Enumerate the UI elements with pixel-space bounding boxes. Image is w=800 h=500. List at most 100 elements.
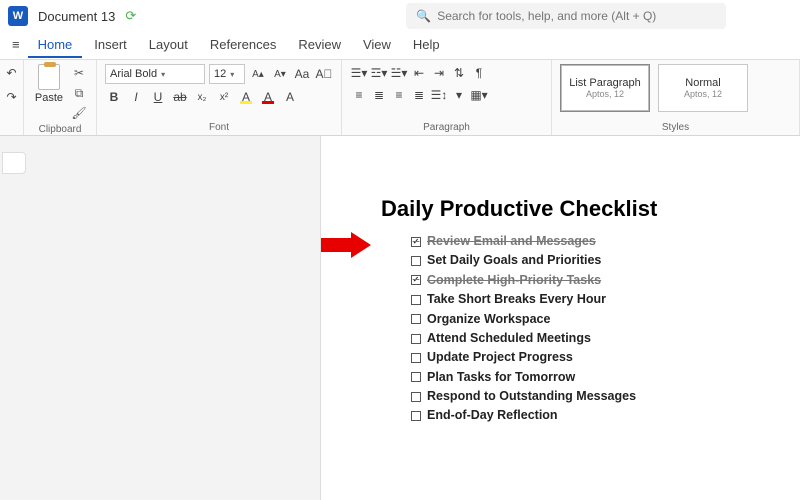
- search-input[interactable]: [437, 9, 716, 23]
- strikethrough-icon[interactable]: ab: [171, 88, 189, 106]
- style-normal[interactable]: Normal Aptos, 12: [658, 64, 748, 112]
- style-sub: Aptos, 12: [684, 89, 722, 99]
- sort-icon[interactable]: ⇅: [450, 64, 468, 82]
- checkbox-icon[interactable]: [411, 411, 421, 421]
- checklist-item[interactable]: Attend Scheduled Meetings: [381, 329, 760, 348]
- paste-button[interactable]: Paste: [32, 64, 66, 104]
- checkbox-icon[interactable]: [411, 392, 421, 402]
- checkbox-icon[interactable]: [411, 295, 421, 305]
- highlight-icon[interactable]: A: [237, 88, 255, 106]
- subscript-icon[interactable]: x₂: [193, 88, 211, 106]
- checklist-item-text[interactable]: End-of-Day Reflection: [427, 406, 558, 425]
- redo-icon[interactable]: ↷: [3, 88, 21, 106]
- chevron-down-icon: ▾: [161, 70, 165, 79]
- document-title[interactable]: Document 13: [38, 9, 115, 24]
- checklist-item-text[interactable]: Set Daily Goals and Priorities: [427, 251, 601, 270]
- checklist-item-text[interactable]: Organize Workspace: [427, 310, 550, 329]
- align-left-icon[interactable]: ≡: [350, 86, 368, 104]
- checkbox-icon[interactable]: [411, 256, 421, 266]
- menu-help[interactable]: Help: [403, 33, 450, 58]
- checklist-item[interactable]: Respond to Outstanding Messages: [381, 387, 760, 406]
- checkbox-icon[interactable]: [411, 237, 421, 247]
- menu-home[interactable]: Home: [28, 33, 83, 58]
- checklist-item[interactable]: Set Daily Goals and Priorities: [381, 251, 760, 270]
- undo-group: ↶ ↷: [0, 60, 24, 135]
- italic-icon[interactable]: I: [127, 88, 145, 106]
- style-name: Normal: [685, 77, 720, 89]
- doc-heading[interactable]: Daily Productive Checklist: [381, 196, 760, 222]
- style-name: List Paragraph: [569, 77, 641, 89]
- checkbox-icon[interactable]: [411, 353, 421, 363]
- checklist-item-text[interactable]: Review Email and Messages: [427, 232, 596, 251]
- style-list-paragraph[interactable]: List Paragraph Aptos, 12: [560, 64, 650, 112]
- style-sub: Aptos, 12: [586, 89, 624, 99]
- font-size-combo[interactable]: 12 ▾: [209, 64, 245, 84]
- save-status-icon[interactable]: ⟳: [125, 8, 136, 24]
- search-icon: 🔍: [416, 9, 431, 23]
- checklist-item-text[interactable]: Update Project Progress: [427, 348, 573, 367]
- clear-formatting-icon[interactable]: A⃠: [315, 65, 333, 83]
- cut-icon[interactable]: ✂: [70, 64, 88, 82]
- checkbox-icon[interactable]: [411, 334, 421, 344]
- checklist-item[interactable]: Review Email and Messages: [381, 232, 760, 251]
- menu-review[interactable]: Review: [288, 33, 351, 58]
- page[interactable]: Daily Productive Checklist Review Email …: [320, 136, 800, 500]
- checklist[interactable]: Review Email and MessagesSet Daily Goals…: [381, 232, 760, 426]
- menu-references[interactable]: References: [200, 33, 286, 58]
- checklist-item[interactable]: End-of-Day Reflection: [381, 406, 760, 425]
- shading-icon[interactable]: ▾: [450, 86, 468, 104]
- show-marks-icon[interactable]: ¶: [470, 64, 488, 82]
- menu-insert[interactable]: Insert: [84, 33, 137, 58]
- checklist-item-text[interactable]: Respond to Outstanding Messages: [427, 387, 636, 406]
- undo-icon[interactable]: ↶: [3, 64, 21, 82]
- search-box[interactable]: 🔍: [406, 3, 726, 29]
- align-right-icon[interactable]: ≡: [390, 86, 408, 104]
- checklist-item-text[interactable]: Complete High-Priority Tasks: [427, 271, 601, 290]
- align-center-icon[interactable]: ≣: [370, 86, 388, 104]
- font-group-label: Font: [105, 120, 333, 133]
- menu-view[interactable]: View: [353, 33, 401, 58]
- bold-icon[interactable]: B: [105, 88, 123, 106]
- checklist-item-text[interactable]: Plan Tasks for Tomorrow: [427, 368, 575, 387]
- font-family-combo[interactable]: Arial Bold ▾: [105, 64, 205, 84]
- borders-icon[interactable]: ▦▾: [470, 86, 488, 104]
- undo-group-label: [8, 131, 15, 133]
- grow-font-icon[interactable]: A▴: [249, 65, 267, 83]
- menu-layout[interactable]: Layout: [139, 33, 198, 58]
- checkbox-icon[interactable]: [411, 275, 421, 285]
- format-painter-icon[interactable]: 🖌: [70, 104, 88, 122]
- superscript-icon[interactable]: x²: [215, 88, 233, 106]
- document-canvas[interactable]: Daily Productive Checklist Review Email …: [0, 136, 800, 500]
- bullets-icon[interactable]: ☰▾: [350, 64, 368, 82]
- line-spacing-icon[interactable]: ☰↕: [430, 86, 448, 104]
- font-color-icon[interactable]: A: [259, 88, 277, 106]
- word-app-icon: W: [8, 6, 28, 26]
- checkbox-icon[interactable]: [411, 314, 421, 324]
- copy-icon[interactable]: ⧉: [70, 84, 88, 102]
- clipboard-group-label: Clipboard: [32, 122, 88, 135]
- styles-group: List Paragraph Aptos, 12 Normal Aptos, 1…: [552, 60, 800, 135]
- checklist-item[interactable]: Plan Tasks for Tomorrow: [381, 368, 760, 387]
- underline-icon[interactable]: U: [149, 88, 167, 106]
- paste-label: Paste: [35, 92, 63, 104]
- checkbox-icon[interactable]: [411, 372, 421, 382]
- font-size-value: 12: [214, 68, 226, 80]
- checklist-item[interactable]: Complete High-Priority Tasks: [381, 271, 760, 290]
- multilevel-list-icon[interactable]: ☱▾: [390, 64, 408, 82]
- styles-group-label: Styles: [560, 120, 791, 133]
- shrink-font-icon[interactable]: A▾: [271, 65, 289, 83]
- text-effects-icon[interactable]: A: [281, 88, 299, 106]
- numbering-icon[interactable]: ☲▾: [370, 64, 388, 82]
- checklist-item[interactable]: Take Short Breaks Every Hour: [381, 290, 760, 309]
- checklist-item[interactable]: Organize Workspace: [381, 310, 760, 329]
- checklist-item-text[interactable]: Attend Scheduled Meetings: [427, 329, 591, 348]
- checklist-item-text[interactable]: Take Short Breaks Every Hour: [427, 290, 606, 309]
- ribbon-collapse-icon[interactable]: ≡: [6, 33, 26, 58]
- change-case-icon[interactable]: Aa: [293, 65, 311, 83]
- decrease-indent-icon[interactable]: ⇤: [410, 64, 428, 82]
- side-panel-toggle[interactable]: [2, 152, 26, 174]
- justify-icon[interactable]: ≣: [410, 86, 428, 104]
- ribbon: ↶ ↷ Paste ✂ ⧉ 🖌 Clipboard Arial Bold ▾: [0, 60, 800, 136]
- checklist-item[interactable]: Update Project Progress: [381, 348, 760, 367]
- increase-indent-icon[interactable]: ⇥: [430, 64, 448, 82]
